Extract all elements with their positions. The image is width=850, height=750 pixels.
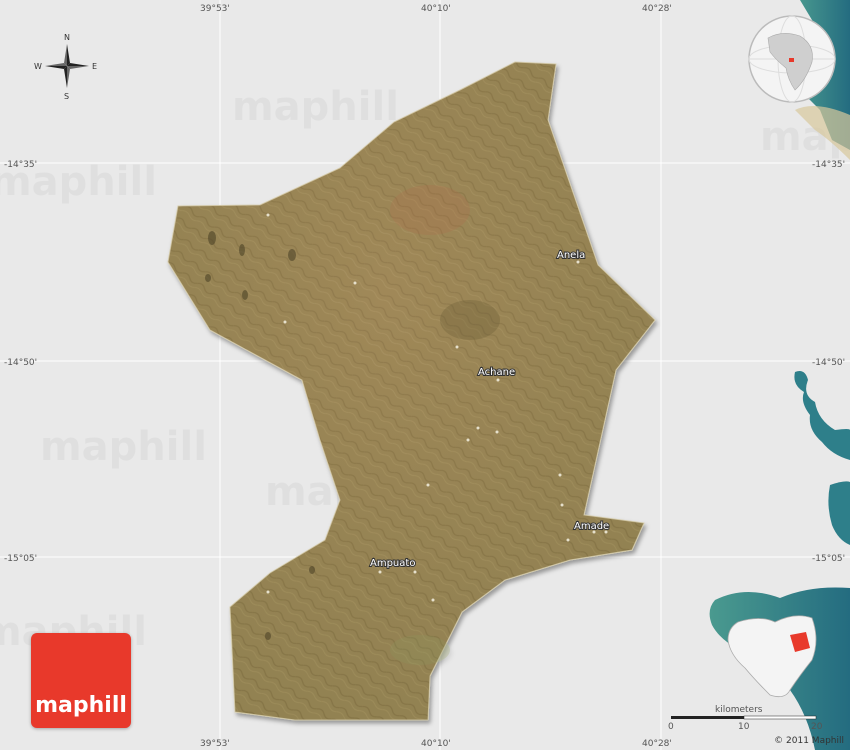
sea-area-middle: [828, 481, 850, 545]
watermark-text: maphill: [40, 424, 207, 470]
scale-title: kilometers: [715, 705, 763, 715]
compass-s-label: S: [64, 92, 69, 101]
valley-patch: [390, 635, 450, 665]
globe-location-marker: [789, 58, 794, 62]
globe-inset: [748, 15, 836, 103]
brand-label: maphill: [35, 693, 127, 718]
place-label-ampuato: Ampuato: [370, 558, 415, 569]
watermark-text: maphill: [232, 84, 399, 130]
compass-rose: N S E W: [34, 33, 97, 101]
lat-label-right: -15°05': [812, 554, 845, 564]
scale-tick-20: 20: [811, 722, 823, 732]
place-label-achane: Achane: [478, 367, 515, 378]
lat-label-left: -14°35': [4, 160, 37, 170]
place-label-anela: Anela: [557, 250, 585, 261]
lat-label-right: -14°50': [812, 358, 845, 368]
scale-tick-0: 0: [668, 722, 674, 732]
lon-label-bottom: 40°28': [642, 739, 672, 749]
reddish-highland: [390, 185, 470, 235]
lon-label-bottom: 40°10': [421, 739, 451, 749]
copyright-notice: © 2011 Maphill: [774, 736, 844, 746]
lon-label-bottom: 39°53': [200, 739, 230, 749]
scale-bar: kilometers 0 10 20: [668, 705, 823, 732]
lon-label-top: 40°10': [421, 4, 451, 14]
lon-label-top: 40°28': [642, 4, 672, 14]
compass-needle-north: [67, 44, 70, 66]
lat-label-left: -15°05': [4, 554, 37, 564]
place-label-amade: Amade: [574, 521, 609, 532]
region-relief: [167, 61, 656, 721]
lon-label-top: 39°53': [200, 4, 230, 14]
compass-e-label: E: [92, 62, 97, 71]
lat-label-left: -14°50': [4, 358, 37, 368]
compass-w-label: W: [34, 62, 42, 71]
dark-ridge: [440, 300, 500, 340]
scale-tick-10: 10: [738, 722, 750, 732]
lat-label-right: -14°35': [812, 160, 845, 170]
region-shading: [168, 62, 655, 720]
maphill-logo-button[interactable]: maphill: [31, 633, 131, 728]
river-inlet: [794, 371, 850, 460]
compass-n-label: N: [64, 33, 70, 42]
